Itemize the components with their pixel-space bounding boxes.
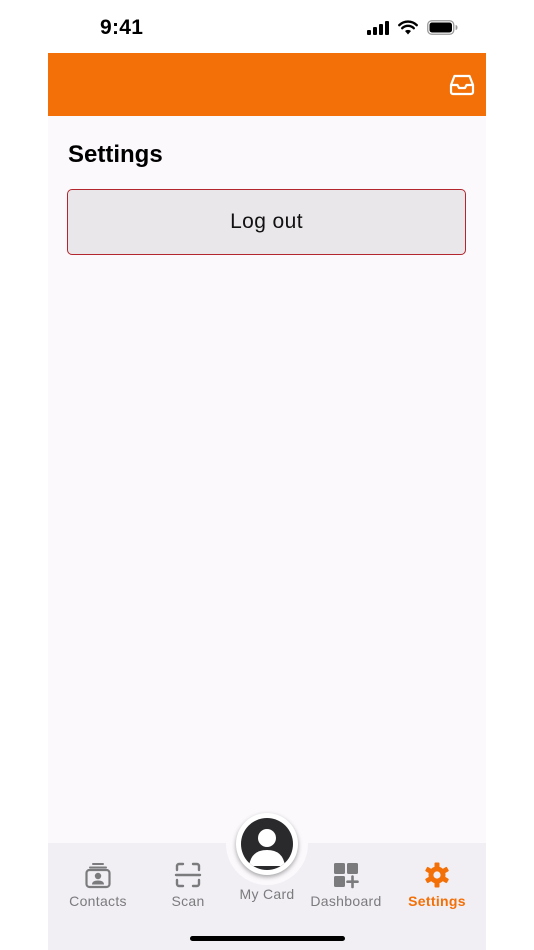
- person-silhouette-icon: [249, 829, 285, 866]
- status-time: 9:41: [100, 16, 144, 39]
- scan-frame-icon: [174, 862, 202, 888]
- cellular-signal-icon: [367, 20, 389, 35]
- inbox-tray-icon: [449, 74, 475, 96]
- status-bar: 9:41: [0, 0, 534, 53]
- home-indicator: [190, 936, 345, 941]
- tab-label-scan: Scan: [171, 893, 205, 909]
- tab-label-my-card: My Card: [239, 886, 295, 902]
- inbox-button[interactable]: [449, 73, 475, 97]
- tab-dashboard[interactable]: Dashboard: [306, 861, 386, 909]
- gear-icon: [425, 862, 449, 888]
- tab-label-dashboard: Dashboard: [310, 893, 382, 909]
- tab-settings[interactable]: Settings: [402, 861, 472, 909]
- tab-label-contacts: Contacts: [69, 893, 127, 909]
- logout-button[interactable]: Log out: [67, 189, 466, 255]
- tab-label-settings: Settings: [408, 893, 466, 909]
- phone-screen: 9:41 Settings Log out Contacts Scan My C…: [0, 0, 534, 950]
- profile-avatar-icon: [241, 818, 293, 870]
- tab-my-card[interactable]: My Card: [233, 813, 301, 902]
- battery-icon: [427, 20, 458, 35]
- app-header: [48, 53, 486, 116]
- dashboard-grid-icon: [334, 863, 359, 889]
- status-icons: [367, 20, 458, 35]
- tab-scan[interactable]: Scan: [163, 861, 213, 909]
- contact-card-icon: [85, 863, 111, 889]
- tab-contacts[interactable]: Contacts: [68, 861, 128, 909]
- page-title: Settings: [68, 141, 163, 168]
- my-card-avatar: [236, 813, 298, 875]
- app-window: Settings Log out Contacts Scan My Card D…: [48, 53, 486, 950]
- wifi-icon: [398, 20, 418, 35]
